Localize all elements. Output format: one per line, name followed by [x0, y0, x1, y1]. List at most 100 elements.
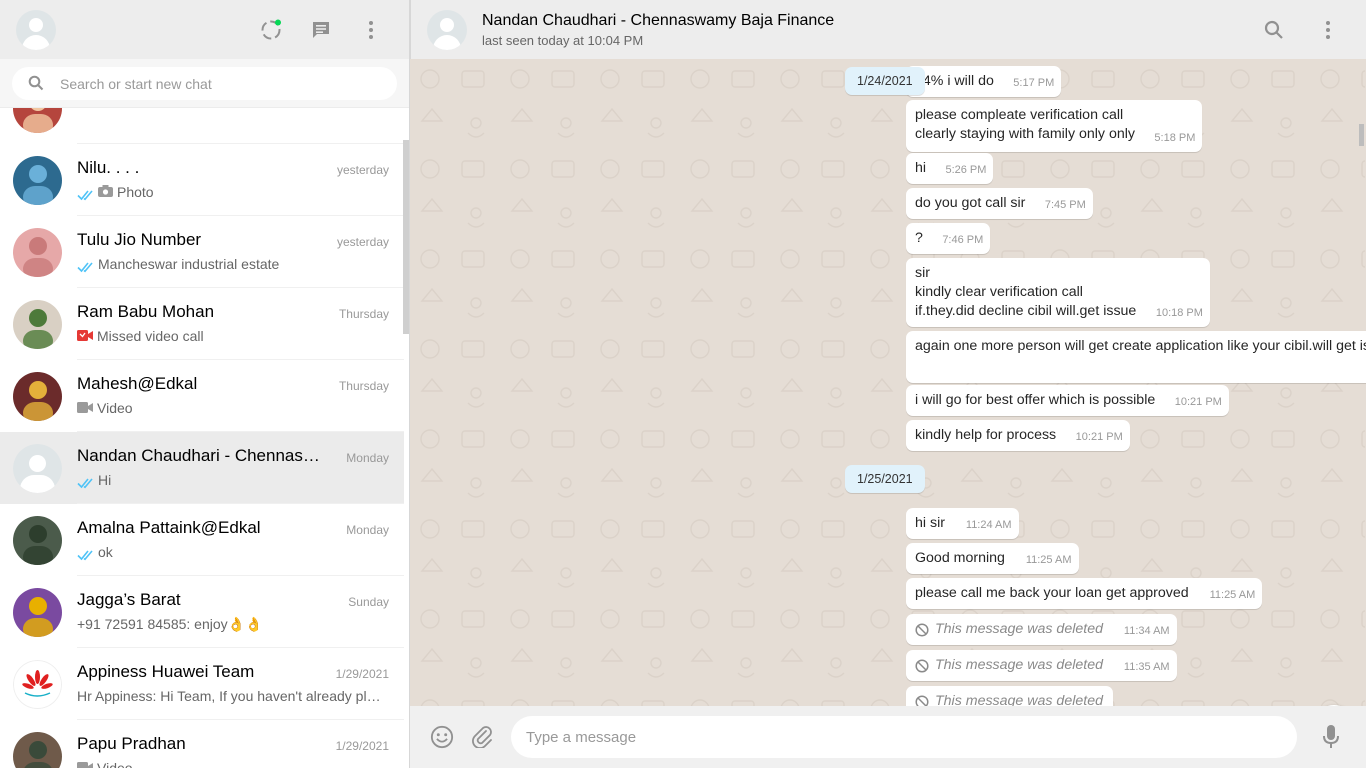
chat-last-message: Video — [77, 758, 382, 768]
microphone-icon[interactable] — [1319, 725, 1343, 749]
chat-avatar — [13, 227, 62, 277]
deleted-message-bubble[interactable]: This message was deleted 11:35 AM — [906, 650, 1177, 681]
deleted-icon — [915, 623, 929, 643]
double-check-icon — [77, 258, 95, 273]
left-header — [0, 0, 409, 59]
message-time: 11:25 AM — [1209, 589, 1256, 601]
chat-time: Monday — [346, 451, 389, 465]
chat-list-item[interactable]: Papu Pradhan 1/29/2021 Video — [0, 720, 404, 768]
chat-meta: Tulu Jio Number yesterday Mancheswar indus… — [77, 216, 404, 288]
chat-time: Thursday — [338, 307, 389, 321]
deleted-icon — [915, 695, 929, 706]
message-bubble[interactable]: 14% i will do 5:17 PM — [906, 66, 1062, 97]
message-bubble[interactable]: hi 5:26 PM — [906, 153, 994, 184]
chat-list-item[interactable]: Mahesh@Edkal Thursday Video — [0, 360, 404, 432]
video-icon — [77, 398, 93, 418]
chat-list-item[interactable]: Nilu. . . . yesterday Photo — [0, 144, 404, 216]
message-composer — [410, 706, 1366, 768]
chat-time: 1/29/2021 — [335, 667, 389, 681]
chat-list-item[interactable]: Amalna Pattaink@Edkal Monday ok — [0, 504, 404, 576]
chat-last-message-text: ok — [98, 544, 113, 560]
message-bubble[interactable]: sir kindly clear verification call if.th… — [906, 258, 1210, 327]
video-icon — [77, 758, 93, 768]
chat-avatar — [13, 731, 62, 768]
search-icon[interactable] — [1262, 18, 1286, 42]
message-text: hi — [915, 160, 927, 176]
chat-avatar — [13, 659, 62, 709]
deleted-message-bubble[interactable]: This message was deleted — [906, 686, 1113, 706]
conversation-header: Nandan Chaudhari - Chennaswamy Baja Fina… — [410, 0, 1366, 59]
chat-time: Thursday — [338, 379, 389, 393]
message-area[interactable]: 14% i will do 5:17 PM please compleate ver… — [410, 59, 1366, 706]
menu-dots-icon[interactable] — [1316, 18, 1340, 42]
chat-meta: Nandan Chaudhari - Chennaswamy Baja Fina… — [77, 432, 404, 504]
chat-avatar — [13, 587, 62, 637]
menu-dots-icon[interactable] — [359, 18, 383, 42]
message-input[interactable] — [511, 716, 1297, 758]
chat-name: Ram Babu Mohan — [77, 302, 215, 321]
message-text: hi sir — [915, 515, 945, 531]
chat-time: yesterday — [336, 235, 389, 249]
contact-info[interactable]: Nandan Chaudhari - Chennaswamy Baja Fina… — [482, 12, 834, 48]
chat-name: Mahesh@Edkal — [77, 374, 198, 393]
message-scrollbar[interactable] — [1359, 124, 1364, 146]
emoji-icon[interactable] — [430, 725, 454, 749]
search-box[interactable] — [12, 67, 397, 100]
chat-meta: Nilu. . . . yesterday Photo — [77, 144, 404, 216]
chat-avatar — [13, 443, 62, 493]
chat-last-message-text: Photo — [117, 184, 154, 200]
message-bubble[interactable]: do you got call sir 7:45 PM — [906, 188, 1093, 219]
chat-list-item[interactable]: Ram Babu Mohan Thursday Missed video call — [0, 288, 404, 360]
message-bubble[interactable]: please call me back your loan get approv… — [906, 578, 1263, 609]
message-bubble[interactable]: Good morning 11:25 AM — [906, 543, 1079, 574]
chat-last-message-text: Video — [97, 400, 133, 416]
message-time: 11:25 AM — [1025, 554, 1072, 566]
chat-avatar — [13, 108, 62, 133]
status-icon[interactable] — [259, 18, 283, 42]
message-bubble[interactable]: ? 7:46 PM — [906, 223, 991, 254]
date-divider: 1/25/2021 — [845, 465, 925, 493]
camera-icon — [98, 182, 113, 202]
search-input[interactable] — [60, 75, 340, 92]
chat-avatar — [13, 155, 62, 205]
chat-name: Papu Pradhan — [77, 734, 186, 753]
search-icon — [28, 75, 44, 91]
message-text: This message was deleted — [935, 621, 1103, 637]
message-time: 11:24 AM — [965, 519, 1012, 531]
chat-meta: Appiness Huawei Team 1/29/2021 Hr Appiness… — [77, 648, 404, 720]
chat-name: Tulu Jio Number — [77, 230, 202, 249]
chat-list-item[interactable]: Jagga’s Barat Sunday +91 72591 84585: enjo… — [0, 576, 404, 648]
chat-last-message: Hi — [77, 470, 382, 490]
chat-last-message: Video — [77, 398, 382, 418]
chat-name: Amalna Pattaink@Edkal — [77, 518, 261, 537]
message-time: 10:18 PM — [1155, 307, 1203, 319]
deleted-message-bubble[interactable]: This message was deleted 11:34 AM — [906, 614, 1177, 645]
message-text: This message was deleted — [935, 693, 1103, 706]
message-text: ? — [915, 230, 923, 246]
chat-meta: Mahesh@Edkal Thursday Video — [77, 360, 404, 432]
chat-time: yesterday — [336, 163, 389, 177]
message-time: 7:45 PM — [1044, 199, 1086, 211]
message-time: 7:46 PM — [942, 234, 984, 246]
double-check-icon — [77, 546, 95, 561]
attach-icon[interactable] — [471, 725, 495, 749]
chat-last-message-text: Video — [97, 760, 133, 768]
new-chat-icon[interactable] — [309, 18, 333, 42]
chat-last-message: Missed video call — [77, 326, 382, 346]
missed-video-call-icon — [77, 326, 93, 346]
my-avatar[interactable] — [16, 9, 56, 50]
chat-list-item[interactable]: Tulu Jio Number yesterday Mancheswar indus… — [0, 216, 404, 288]
chat-list-scrollbar[interactable] — [403, 140, 409, 334]
chat-list-item[interactable]: Nandan Chaudhari - Chennaswamy Baja Fina… — [0, 432, 404, 504]
message-text: do you got call sir — [915, 195, 1026, 211]
message-bubble[interactable]: hi sir 11:24 AM — [906, 508, 1019, 539]
message-bubble[interactable]: kindly help for process 10:21 PM — [906, 420, 1130, 451]
message-time: 5:26 PM — [945, 164, 987, 176]
message-bubble[interactable]: i will go for best offer which is possib… — [906, 385, 1229, 416]
message-bubble[interactable]: please compleate verification call clear… — [906, 100, 1203, 152]
message-time: 5:17 PM — [1013, 77, 1055, 89]
contact-avatar[interactable] — [427, 9, 467, 50]
chat-list-item[interactable]: Appiness Huawei Team 1/29/2021 Hr Appiness… — [0, 648, 404, 720]
chat-list-item[interactable]: The best part about life Every morning y… — [0, 108, 404, 144]
message-bubble[interactable]: again one more person will get create ap… — [906, 331, 1366, 383]
